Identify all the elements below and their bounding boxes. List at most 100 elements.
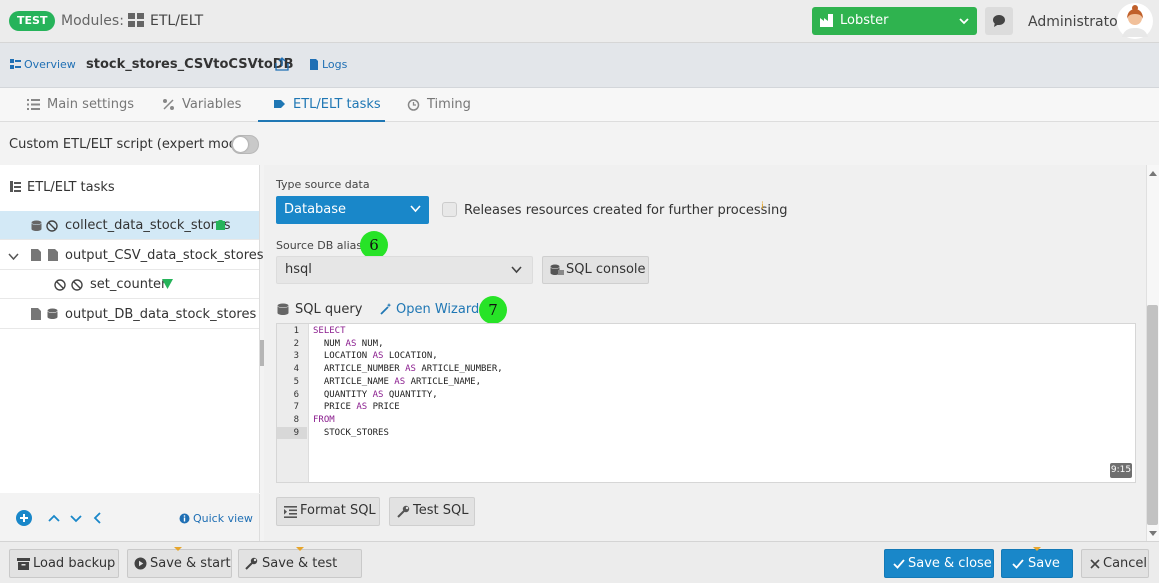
cancel-button[interactable]: Cancel (1081, 549, 1149, 578)
tab-label: Main settings (47, 97, 135, 112)
wrench-icon (245, 557, 258, 570)
save-test-run-button[interactable]: Save & test run (238, 549, 362, 578)
toggle-knob (233, 137, 248, 152)
code-line: STOCK_STORES (323, 427, 389, 438)
chevron-down-icon (410, 205, 421, 213)
info-icon (179, 513, 190, 524)
filter-icon (162, 279, 173, 289)
line-number: 2 (293, 338, 299, 349)
move-left-icon[interactable] (93, 512, 101, 524)
release-resources-label: Releases resources created for further p… (464, 203, 788, 218)
scroll-up-icon[interactable] (1149, 170, 1157, 176)
cancel-label: Cancel (1103, 556, 1148, 571)
modules-label: Modules: (61, 13, 124, 29)
check-icon (893, 559, 905, 569)
open-wizard-link[interactable]: Open Wizard (396, 302, 479, 317)
save-start-button[interactable]: Save & start (127, 549, 232, 578)
clock-icon (407, 99, 420, 111)
code-line: PRICE AS PRICE (323, 402, 400, 413)
type-source-select[interactable]: Database (276, 196, 429, 224)
expert-mode-toggle[interactable] (231, 135, 259, 154)
save-close-button[interactable]: Save & close (884, 549, 994, 578)
disabled-icon (71, 279, 83, 291)
line-number: 4 (293, 364, 299, 375)
module-icon (128, 13, 144, 27)
tab-variables[interactable]: Variables (162, 88, 241, 122)
chat-icon (993, 15, 1005, 27)
job-name: stock_stores_CSVtoCSVtoDB (86, 57, 294, 72)
annotation-marker-7: 7 (479, 296, 507, 324)
sql-console-label: SQL console (566, 262, 646, 277)
tree-item-output-csv[interactable]: output_CSV_data_stock_stores (0, 241, 264, 270)
database-icon (47, 308, 58, 319)
tree-item-set-counter[interactable]: set_counter (0, 270, 259, 299)
scroll-down-icon[interactable] (1149, 531, 1157, 537)
tree-item-collect-data[interactable]: collect_data_stock_stores (0, 211, 259, 240)
code-line: FROM (313, 414, 335, 425)
overview-link[interactable]: Overview (24, 58, 76, 71)
database-icon (31, 220, 42, 231)
tenant-select[interactable]: Lobster (812, 7, 977, 35)
type-source-value: Database (284, 202, 347, 217)
disabled-icon (54, 279, 66, 291)
tab-timing[interactable]: Timing (407, 88, 471, 122)
source-alias-label: Source DB alias (276, 239, 363, 252)
tab-etl-tasks[interactable]: ETL/ELT tasks (258, 88, 385, 122)
type-source-label: Type source data (276, 178, 370, 191)
load-backup-label: Load backup (33, 556, 116, 571)
code-line: ARTICLE_NUMBER AS ARTICLE_NUMBER, (323, 364, 503, 375)
move-down-icon[interactable] (70, 515, 82, 523)
database-icon (277, 303, 289, 315)
release-resources-checkbox[interactable] (442, 202, 457, 217)
archive-icon (17, 558, 30, 570)
tab-label: ETL/ELT tasks (293, 97, 381, 112)
code-line: QUANTITY AS QUANTITY, (323, 389, 438, 400)
percent-icon (163, 99, 174, 110)
save-button[interactable]: Save (1001, 549, 1073, 578)
expert-mode-label: Custom ETL/ELT script (expert mode) (9, 137, 251, 152)
info-icon[interactable]: i (761, 201, 764, 212)
move-up-icon[interactable] (48, 514, 60, 522)
load-backup-button[interactable]: Load backup (9, 549, 119, 578)
source-alias-select[interactable]: hsql (276, 256, 533, 284)
sql-console-button[interactable]: SQL console (542, 256, 649, 284)
file-icon (48, 249, 58, 261)
file-icon (31, 249, 41, 261)
quick-view-link[interactable]: Quick view (193, 512, 253, 525)
tenant-select-value: Lobster (840, 13, 889, 28)
tree-item-label: set_counter (90, 277, 167, 292)
line-number: 6 (293, 389, 299, 400)
export-icon[interactable] (275, 57, 289, 71)
save-test-run-notch (296, 547, 304, 551)
chat-button[interactable] (985, 7, 1013, 35)
logs-link[interactable]: Logs (322, 58, 347, 71)
save-start-label: Save & start (150, 556, 231, 571)
file-icon (31, 308, 41, 320)
chevron-down-icon (959, 18, 969, 25)
tree-icon (10, 181, 21, 192)
line-number: 5 (293, 376, 299, 387)
tree-item-label: output_DB_data_stock_stores (65, 307, 257, 322)
check-icon (1012, 559, 1024, 569)
tab-main-settings[interactable]: Main settings (27, 88, 134, 122)
add-task-icon[interactable] (15, 509, 33, 527)
list-icon (27, 99, 40, 110)
avatar[interactable] (1117, 3, 1153, 39)
format-sql-button[interactable]: Format SQL (276, 497, 380, 526)
chevron-down-icon[interactable] (8, 253, 19, 261)
user-name[interactable]: Administrator (1028, 14, 1123, 30)
test-sql-button[interactable]: Test SQL (389, 497, 475, 526)
line-number: 8 (293, 414, 299, 425)
cursor-position: 9:15 (1110, 463, 1132, 478)
sql-editor[interactable]: 1 2 3 4 5 6 7 8 9 SELECT NUM AS NUM, LOC… (276, 323, 1136, 483)
line-number: 9 (277, 426, 307, 440)
play-icon (134, 557, 147, 570)
magic-wand-icon (380, 303, 392, 315)
chevron-down-icon (511, 266, 522, 274)
module-name[interactable]: ETL/ELT (150, 13, 203, 29)
code-line: NUM AS NUM, (323, 338, 384, 349)
clipboard-icon (216, 220, 225, 230)
tree-item-output-db[interactable]: output_DB_data_stock_stores (0, 300, 259, 329)
scrollbar-thumb[interactable] (1147, 305, 1158, 525)
environment-badge: TEST (9, 11, 56, 31)
